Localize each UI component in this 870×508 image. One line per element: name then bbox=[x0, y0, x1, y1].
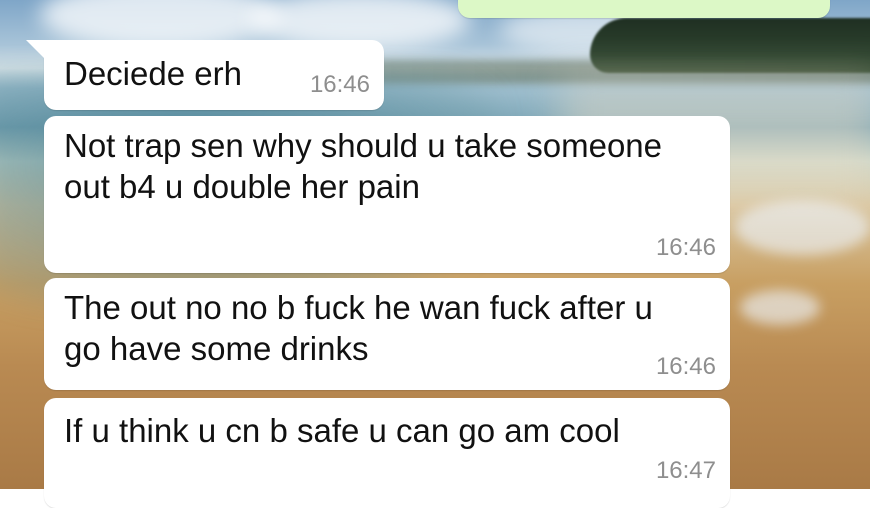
message-timestamp: 16:46 bbox=[309, 71, 370, 98]
bubble-tail bbox=[26, 40, 44, 58]
message-text: If u think u cn b safe u can go am cool bbox=[64, 412, 620, 449]
message-text: The out no no b fuck he wan fuck after u… bbox=[64, 289, 663, 367]
message-timestamp: 16:47 bbox=[655, 457, 716, 484]
wallpaper-wave-foam bbox=[735, 200, 870, 255]
incoming-message-bubble[interactable]: If u think u cn b safe u can go am cool … bbox=[44, 398, 730, 508]
incoming-message-bubble[interactable]: The out no no b fuck he wan fuck after u… bbox=[44, 278, 730, 390]
outgoing-message-bubble[interactable] bbox=[458, 0, 830, 18]
incoming-message-bubble[interactable]: Not trap sen why should u take someone o… bbox=[44, 116, 730, 273]
message-timestamp: 16:46 bbox=[655, 353, 716, 380]
wallpaper-wave-foam bbox=[740, 290, 820, 325]
incoming-message-bubble[interactable]: Deciede erh 16:46 bbox=[26, 40, 384, 110]
message-text: Deciede erh bbox=[64, 55, 242, 92]
message-timestamp: 16:46 bbox=[655, 234, 716, 261]
message-text: Not trap sen why should u take someone o… bbox=[64, 127, 672, 205]
